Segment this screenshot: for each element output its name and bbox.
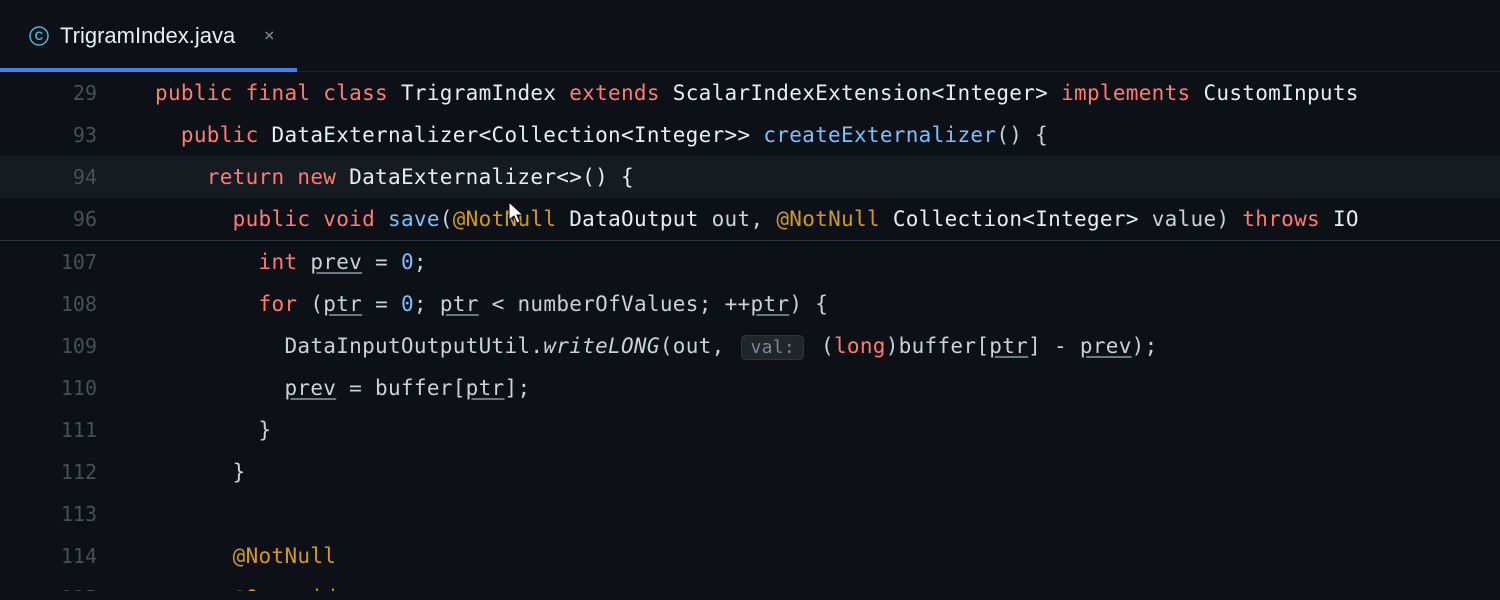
code-line[interactable]: 94 return new DataExternalizer<>() {	[0, 156, 1500, 198]
line-number[interactable]: 107	[0, 250, 125, 274]
code-content[interactable]: @NotNull	[155, 544, 336, 568]
code-line[interactable]: 96 public void save(@NotNull DataOutput …	[0, 198, 1500, 240]
code-content[interactable]: int prev = 0;	[155, 250, 427, 274]
parameter-hint: val:	[741, 335, 804, 360]
editor-tab[interactable]: C TrigramIndex.java ×	[0, 0, 297, 72]
line-number[interactable]: 29	[0, 81, 125, 105]
java-class-icon: C	[28, 25, 50, 47]
code-line[interactable]: 107 int prev = 0;	[0, 241, 1500, 283]
code-content[interactable]: @Override	[155, 577, 349, 591]
code-content[interactable]: return new DataExternalizer<>() {	[155, 165, 634, 189]
code-line[interactable]: 113	[0, 493, 1500, 535]
close-icon[interactable]: ×	[259, 26, 279, 46]
code-line[interactable]: 112 }	[0, 451, 1500, 493]
code-content[interactable]: DataInputOutputUtil.writeLONG(out, val: …	[155, 334, 1158, 358]
tab-bar: C TrigramIndex.java ×	[0, 0, 1500, 72]
code-content[interactable]: }	[155, 460, 246, 484]
line-number[interactable]: 109	[0, 334, 125, 358]
code-line[interactable]: 111 }	[0, 409, 1500, 451]
line-number[interactable]: 94	[0, 165, 125, 189]
code-line[interactable]: 114 @NotNull	[0, 535, 1500, 577]
code-editor[interactable]: 29 public final class TrigramIndex extend…	[0, 72, 1500, 591]
code-line[interactable]: 29 public final class TrigramIndex extend…	[0, 72, 1500, 114]
code-content[interactable]: public DataExternalizer<Collection<Integ…	[155, 123, 1048, 147]
code-line[interactable]: 109 DataInputOutputUtil.writeLONG(out, v…	[0, 325, 1500, 367]
code-line[interactable]: 110 prev = buffer[ptr];	[0, 367, 1500, 409]
line-number[interactable]: 111	[0, 418, 125, 442]
line-number[interactable]: 115	[0, 577, 125, 591]
tab-filename: TrigramIndex.java	[60, 23, 235, 49]
code-content[interactable]: for (ptr = 0; ptr < numberOfValues; ++pt…	[155, 292, 828, 316]
svg-text:C: C	[35, 29, 44, 43]
line-number[interactable]: 112	[0, 460, 125, 484]
line-number[interactable]: 113	[0, 502, 125, 526]
sticky-scroll-header: 29 public final class TrigramIndex extend…	[0, 72, 1500, 241]
line-number[interactable]: 114	[0, 544, 125, 568]
line-number[interactable]: 96	[0, 207, 125, 231]
code-line[interactable]: 93 public DataExternalizer<Collection<In…	[0, 114, 1500, 156]
code-content[interactable]: }	[155, 418, 272, 442]
code-content[interactable]: prev = buffer[ptr];	[155, 376, 530, 400]
code-line[interactable]: 115 @Override	[0, 577, 1500, 591]
code-content[interactable]: public void save(@NotNull DataOutput out…	[155, 207, 1359, 231]
code-content[interactable]: public final class TrigramIndex extends …	[155, 81, 1359, 105]
line-number[interactable]: 110	[0, 376, 125, 400]
code-line[interactable]: 108 for (ptr = 0; ptr < numberOfValues; …	[0, 283, 1500, 325]
line-number[interactable]: 93	[0, 123, 125, 147]
line-number[interactable]: 108	[0, 292, 125, 316]
